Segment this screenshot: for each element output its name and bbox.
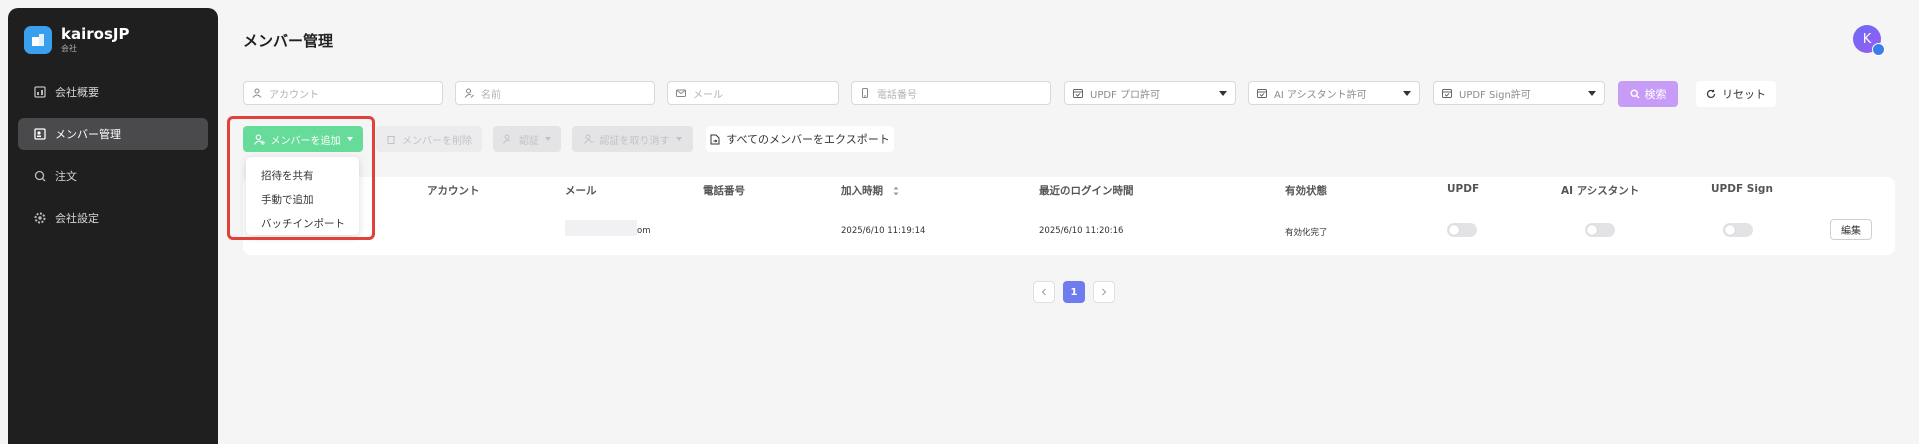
user-icon [252, 88, 262, 98]
column-header-joined[interactable]: 加入時期 [841, 183, 899, 198]
authorize-label: 認証 [519, 135, 539, 147]
orders-icon [34, 170, 46, 182]
updf-pro-license-value: UPDF プロ許可 [1090, 89, 1160, 101]
avatar-initial: K [1862, 31, 1872, 47]
brand: kairosJP 会社 [24, 26, 129, 55]
sidebar-nav: 会社概要 メンバー管理 注文 会社設定 [18, 76, 208, 244]
chevron-left-icon [1041, 288, 1046, 296]
column-header-email[interactable]: メール [565, 183, 597, 198]
highlight-box [227, 116, 375, 240]
user-edit-icon [464, 88, 474, 98]
name-field[interactable]: 名前 [455, 81, 655, 105]
sidebar-item-company-overview[interactable]: 会社概要 [18, 76, 208, 108]
updf-sign-license-value: UPDF Sign許可 [1459, 89, 1531, 101]
trash-icon [387, 136, 395, 144]
search-button-label: 検索 [1644, 88, 1667, 101]
status-cell: 有効化完了 [1285, 228, 1328, 238]
user-check-icon [503, 134, 511, 144]
column-header-account[interactable]: アカウント [427, 183, 480, 198]
sidebar-item-orders[interactable]: 注文 [18, 160, 208, 192]
company-name: kairosJP [61, 25, 130, 43]
sidebar-item-label: 会社概要 [55, 86, 99, 99]
column-header-ai-assistant[interactable]: AI アシスタント [1561, 183, 1639, 198]
search-button[interactable]: 検索 [1618, 81, 1678, 107]
refresh-icon [1706, 89, 1716, 99]
email-placeholder: メール [693, 89, 723, 101]
company-logo-icon [24, 26, 52, 54]
column-header-joined-label: 加入時期 [841, 185, 883, 197]
ai-assistant-license-select[interactable]: AI アシスタント許可 [1248, 81, 1420, 105]
sidebar-item-label: 会社設定 [55, 212, 99, 225]
page-number-button[interactable]: 1 [1063, 281, 1085, 303]
page-title: メンバー管理 [243, 32, 334, 50]
revoke-authorization-button[interactable]: 認証を取り消す [572, 126, 693, 152]
column-header-updf-sign[interactable]: UPDF Sign [1711, 183, 1773, 195]
chevron-down-icon [1588, 90, 1596, 96]
export-icon [710, 134, 720, 144]
chevron-down-icon [1403, 90, 1411, 96]
next-page-button[interactable] [1093, 281, 1115, 303]
phone-placeholder: 電話番号 [877, 89, 917, 101]
delete-member-label: メンバーを削除 [402, 135, 472, 147]
dashboard-icon [34, 86, 46, 98]
chevron-down-icon [545, 137, 551, 141]
name-placeholder: 名前 [481, 89, 501, 101]
last-login-cell: 2025/6/10 11:20:16 [1039, 226, 1124, 236]
export-all-label: すべてのメンバーをエクスポート [726, 133, 890, 146]
joined-cell: 2025/6/10 11:19:14 [841, 226, 926, 236]
phone-field[interactable]: 電話番号 [851, 81, 1051, 105]
ai-assistant-toggle[interactable] [1585, 223, 1615, 237]
sidebar-item-member-management[interactable]: メンバー管理 [18, 118, 208, 150]
authorize-button[interactable]: 認証 [493, 126, 561, 152]
members-icon [34, 128, 46, 140]
search-icon [1629, 89, 1639, 99]
masked-email [565, 220, 637, 236]
updf-pro-license-select[interactable]: UPDF プロ許可 [1064, 81, 1236, 105]
calendar-check-icon [1257, 89, 1267, 98]
email-field[interactable]: メール [667, 81, 839, 105]
delete-member-button[interactable]: メンバーを削除 [376, 126, 482, 152]
calendar-check-icon [1442, 89, 1452, 98]
phone-icon [862, 88, 868, 98]
account-field[interactable]: アカウント [243, 81, 443, 105]
sort-icon [893, 186, 899, 196]
chevron-down-icon [1219, 90, 1227, 96]
column-header-status[interactable]: 有効状態 [1285, 183, 1327, 198]
sidebar-item-label: 注文 [55, 170, 77, 183]
user-remove-icon [583, 134, 593, 144]
sidebar: kairosJP 会社 会社概要 メンバー管理 注文 会社設定 [8, 8, 218, 444]
prev-page-button[interactable] [1033, 281, 1055, 303]
reset-button[interactable]: リセット [1696, 81, 1776, 107]
revoke-authorization-label: 認証を取り消す [599, 135, 670, 147]
chevron-down-icon [675, 137, 682, 141]
chevron-right-icon [1102, 288, 1107, 296]
email-cell-suffix: om [637, 226, 651, 236]
company-subtitle: 会社 [61, 44, 77, 53]
avatar[interactable]: K [1853, 25, 1885, 56]
sidebar-item-company-settings[interactable]: 会社設定 [18, 202, 208, 234]
sidebar-item-label: メンバー管理 [55, 128, 121, 141]
column-header-last-login[interactable]: 最近のログイン時間 [1039, 183, 1134, 198]
updf-sign-toggle[interactable] [1723, 223, 1753, 237]
avatar-badge-icon [1872, 43, 1885, 56]
updf-toggle[interactable] [1447, 223, 1477, 237]
account-placeholder: アカウント [269, 89, 319, 101]
export-all-members-button[interactable]: すべてのメンバーをエクスポート [706, 126, 894, 152]
column-header-updf[interactable]: UPDF [1447, 183, 1479, 195]
gear-icon [34, 212, 46, 224]
calendar-check-icon [1073, 89, 1083, 98]
ai-assistant-license-value: AI アシスタント許可 [1274, 89, 1367, 101]
edit-button[interactable]: 編集 [1830, 219, 1872, 240]
mail-icon [676, 89, 686, 97]
reset-button-label: リセット [1722, 88, 1766, 101]
column-header-phone[interactable]: 電話番号 [703, 183, 745, 198]
updf-sign-license-select[interactable]: UPDF Sign許可 [1433, 81, 1605, 105]
